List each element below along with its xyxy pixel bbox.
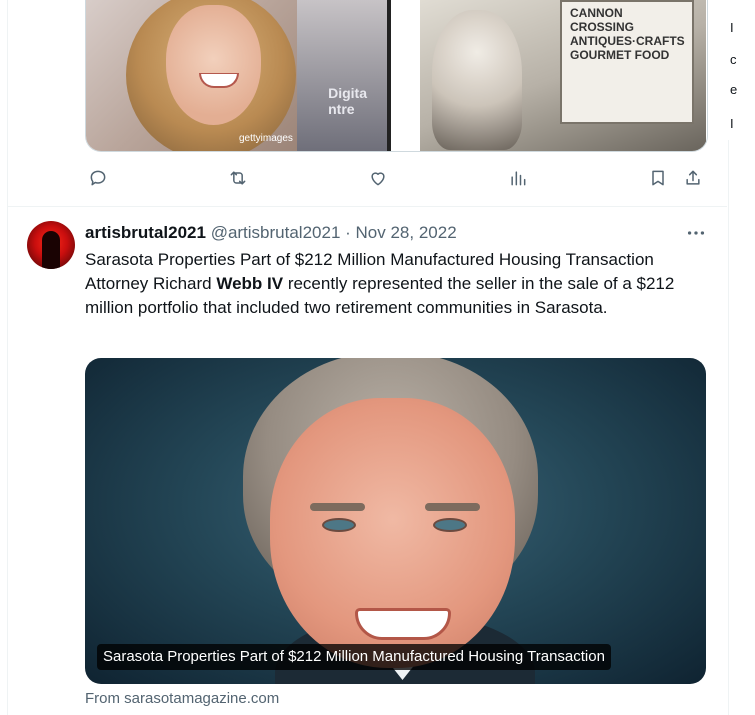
reply-icon [90, 170, 106, 186]
previous-tweet-media[interactable]: Digita ntre gettyimages CANNON CROSSING … [85, 0, 708, 152]
tweet-text-line: Sarasota Properties Part of $212 Million… [85, 250, 654, 269]
edge-letter: c [730, 52, 737, 67]
tweet-action-bar [85, 165, 706, 191]
share-button[interactable] [680, 165, 706, 191]
card-caption: Sarasota Properties Part of $212 Million… [97, 644, 611, 670]
meta-dot: · [340, 223, 356, 242]
views-icon [511, 171, 526, 186]
tweet-date[interactable]: Nov 28, 2022 [356, 223, 457, 242]
handle[interactable]: @artisbrutal2021 [211, 223, 341, 242]
link-card-image[interactable]: Sarasota Properties Part of $212 Million… [85, 358, 706, 684]
media-photo-woman[interactable]: Digita ntre gettyimages [86, 0, 387, 151]
tweet-text-body: Attorney Richard Webb IV recently repres… [85, 272, 715, 320]
heart-icon [371, 172, 385, 186]
edge-letter: I [730, 20, 734, 35]
display-name[interactable]: artisbrutal2021 [85, 223, 206, 242]
views-button[interactable] [505, 165, 531, 191]
tweet-text-segment: Attorney Richard [85, 274, 217, 293]
like-button[interactable] [365, 165, 391, 191]
retweet-icon [230, 171, 246, 185]
tweet-text-bold: Webb IV [216, 274, 284, 293]
bookmark-button[interactable] [645, 165, 671, 191]
bookmark-icon [652, 170, 664, 186]
store-sign-text: CANNON CROSSING ANTIQUES·CRAFTS GOURMET … [570, 6, 685, 62]
getty-watermark: gettyimages [239, 133, 293, 144]
more-icon [687, 231, 705, 235]
media-photo-vintage[interactable]: CANNON CROSSING ANTIQUES·CRAFTS GOURMET … [420, 0, 706, 151]
tweet-divider [8, 206, 727, 207]
card-source-link[interactable]: From sarasotamagazine.com [85, 690, 279, 707]
adjacent-column-edge: I c e I [728, 0, 755, 140]
media-divider [387, 0, 391, 151]
reply-button[interactable] [85, 165, 111, 191]
edge-letter: I [730, 116, 734, 131]
retweet-button[interactable] [225, 165, 251, 191]
edge-letter: e [730, 82, 738, 97]
more-options-button[interactable] [683, 222, 709, 244]
tweet-header: artisbrutal2021 @artisbrutal2021 · Nov 2… [85, 223, 457, 245]
backdrop-sign-text: Digita ntre [328, 85, 367, 117]
tweet-text: Sarasota Properties Part of $212 Million… [85, 248, 715, 320]
share-icon [686, 170, 700, 185]
avatar[interactable] [27, 221, 75, 269]
